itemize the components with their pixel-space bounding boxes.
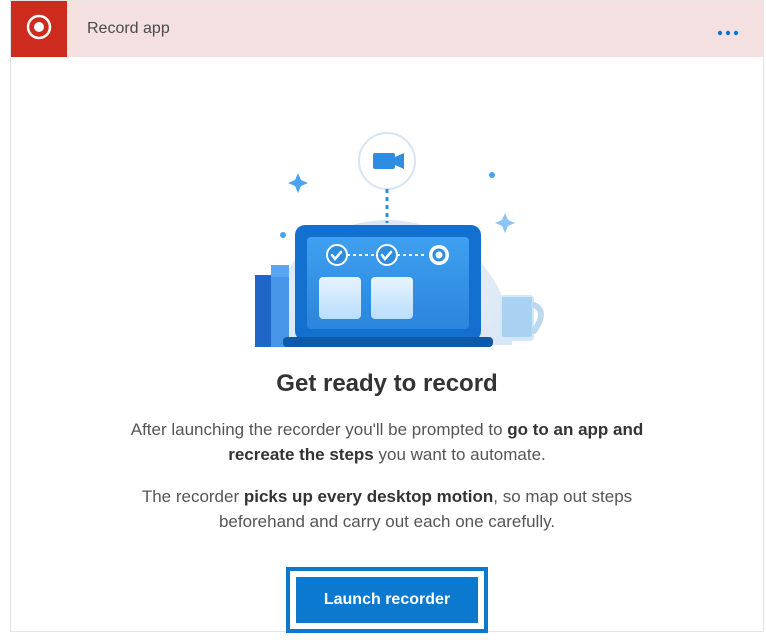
description-paragraph-1: After launching the recorder you'll be p… [107,418,667,467]
page-heading: Get ready to record [276,370,497,398]
launch-button-highlight: Launch recorder [286,567,488,633]
illustration [217,105,557,350]
desc1-part-a: After launching the recorder you'll be p… [131,420,508,439]
record-icon [25,13,53,46]
desc1-part-c: you want to automate. [374,445,546,464]
description-paragraph-2: The recorder picks up every desktop moti… [107,485,667,534]
header-title: Record app [67,20,693,38]
desc2-bold: picks up every desktop motion [244,487,493,506]
record-icon-container [11,1,67,57]
launch-recorder-button[interactable]: Launch recorder [296,577,478,623]
app-window: Record app [10,0,764,632]
more-options-button[interactable] [693,16,763,42]
desc2-part-a: The recorder [142,487,244,506]
more-horizontal-icon [717,16,739,41]
main-content: Get ready to record After launching the … [11,57,763,633]
header-bar: Record app [11,1,763,57]
